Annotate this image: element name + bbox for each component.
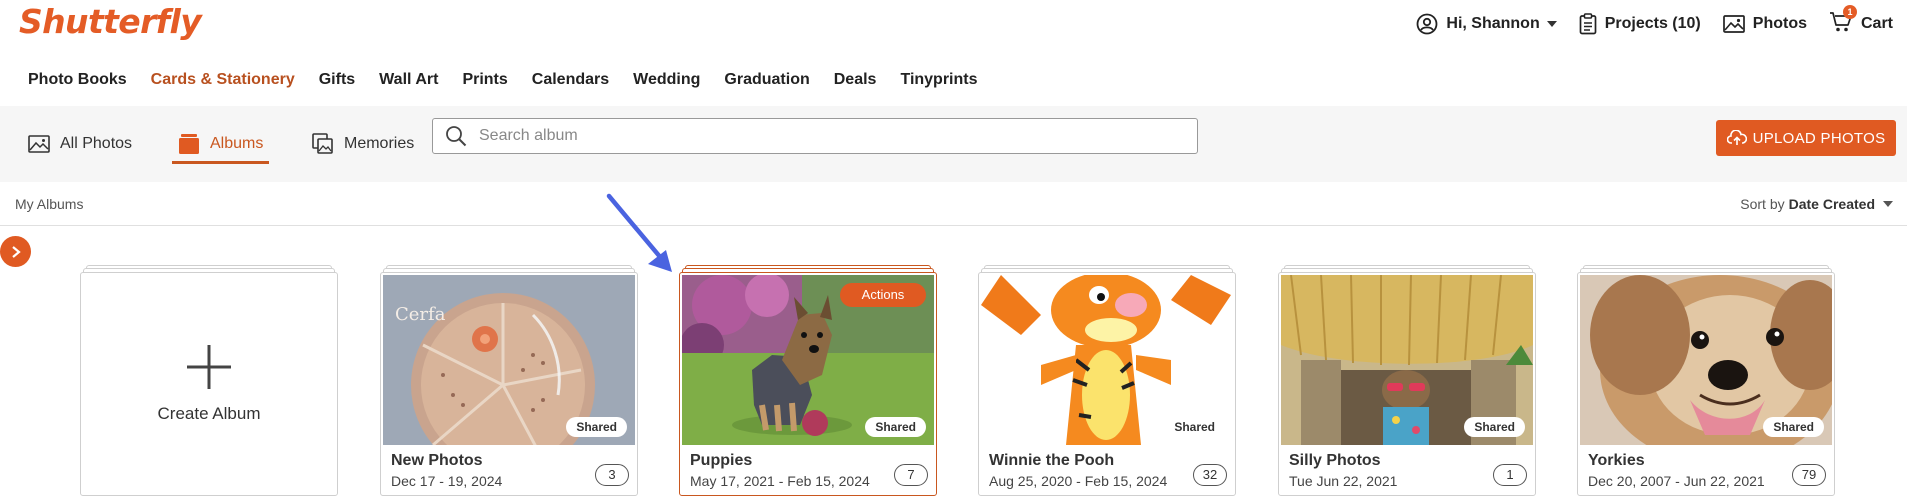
chevron-right-icon <box>11 245 21 258</box>
annotation-arrow-icon <box>606 193 672 272</box>
nav-wedding[interactable]: Wedding <box>633 71 700 89</box>
projects-label: Projects (10) <box>1604 15 1701 32</box>
album-cover-photo[interactable]: Shared <box>1580 275 1832 445</box>
photos-label: Photos <box>1752 15 1807 32</box>
album-dates: May 17, 2021 - Feb 15, 2024 <box>690 473 870 489</box>
nav-gifts[interactable]: Gifts <box>319 71 355 89</box>
photo-count-badge: 79 <box>1792 464 1826 486</box>
cart-icon-wrap: 1 <box>1829 4 1861 38</box>
create-album-label: Create Album <box>157 404 261 423</box>
search-box[interactable] <box>432 118 1198 154</box>
sort-dropdown[interactable]: Sort by Date Created <box>1740 196 1893 212</box>
nav-prints[interactable]: Prints <box>462 71 507 89</box>
album-dates: Dec 17 - 19, 2024 <box>391 473 503 489</box>
nav-graduation[interactable]: Graduation <box>724 71 809 89</box>
plus-icon <box>187 345 231 389</box>
nav-photo-books[interactable]: Photo Books <box>28 71 127 89</box>
albums-header: My Albums Sort by Date Created <box>0 182 1907 226</box>
album-cover-photo[interactable]: Shared <box>1281 275 1533 445</box>
photo-count-badge: 3 <box>595 464 629 486</box>
account-menu: Hi, Shannon Projects (10) Photos 1 Cart <box>1394 4 1907 38</box>
my-albums-heading: My Albums <box>15 196 84 212</box>
shared-badge: Shared <box>1164 417 1225 437</box>
projects-link[interactable]: Projects (10) <box>1579 13 1701 35</box>
tab-albums[interactable]: Albums <box>172 126 270 164</box>
photo-count-badge: 7 <box>894 464 928 486</box>
active-tab-underline <box>172 161 270 164</box>
shared-badge: Shared <box>566 417 627 437</box>
album-card[interactable]: Shared Winnie the Pooh Aug 25, 2020 - Fe… <box>978 265 1236 496</box>
album-card[interactable]: Shared Yorkies Dec 20, 2007 - Jun 22, 20… <box>1577 265 1835 496</box>
image-icon <box>28 135 50 153</box>
shared-badge: Shared <box>1464 417 1525 437</box>
album-card[interactable]: Shared Silly Photos Tue Jun 22, 2021 1 <box>1278 265 1536 496</box>
cart-label: Cart <box>1860 15 1893 32</box>
cart-link[interactable]: 1 Cart <box>1829 4 1893 38</box>
album-actions-button[interactable]: Actions <box>840 283 926 307</box>
sort-prefix: Sort by <box>1740 196 1785 212</box>
album-title[interactable]: Winnie the Pooh <box>989 452 1114 470</box>
album-card[interactable]: Actions Shared Puppies May 17, 2021 - Fe… <box>679 265 937 496</box>
album-cover-photo[interactable]: Actions Shared <box>682 275 934 445</box>
shared-badge: Shared <box>865 417 926 437</box>
nav-deals[interactable]: Deals <box>834 71 877 89</box>
user-greeting: Hi, Shannon <box>1446 15 1540 32</box>
album-dates: Tue Jun 22, 2021 <box>1289 473 1398 489</box>
album-icon <box>179 134 199 154</box>
photo-count-badge: 1 <box>1493 464 1527 486</box>
tab-memories-label: Memories <box>344 135 415 152</box>
sort-value: Date Created <box>1788 196 1875 212</box>
nav-tinyprints[interactable]: Tinyprints <box>900 71 977 89</box>
upload-photos-label: UPLOAD PHOTOS <box>1752 129 1886 147</box>
tab-all-photos[interactable]: All Photos <box>28 126 132 162</box>
create-album-card[interactable]: Create Album <box>80 265 338 496</box>
tab-memories[interactable]: Memories <box>312 126 414 162</box>
upload-photos-button[interactable]: UPLOAD PHOTOS <box>1716 120 1896 156</box>
nav-cards-stationery[interactable]: Cards & Stationery <box>151 71 295 89</box>
album-card-body[interactable]: Shared Winnie the Pooh Aug 25, 2020 - Fe… <box>978 272 1236 496</box>
album-title[interactable]: New Photos <box>391 452 483 470</box>
album-card-body[interactable]: Shared Yorkies Dec 20, 2007 - Jun 22, 20… <box>1577 272 1835 496</box>
album-title[interactable]: Puppies <box>690 452 752 470</box>
main-nav: Photo Books Cards & Stationery Gifts Wal… <box>28 68 1002 92</box>
chevron-down-icon <box>1546 21 1557 27</box>
create-album-body[interactable]: Create Album <box>80 272 338 496</box>
search-input[interactable] <box>479 127 1159 145</box>
sidebar-expand-button[interactable] <box>0 236 31 267</box>
user-menu[interactable]: Hi, Shannon <box>1416 13 1557 35</box>
search-icon <box>446 126 467 147</box>
album-card-body[interactable]: Cerfa Shared New Photos Dec 17 - 19, 202… <box>380 272 638 496</box>
clipboard-icon <box>1579 13 1597 35</box>
cart-count-badge: 1 <box>1842 4 1857 19</box>
photo-count-badge: 32 <box>1193 464 1227 486</box>
album-card[interactable]: Cerfa Shared New Photos Dec 17 - 19, 202… <box>380 265 638 496</box>
album-title[interactable]: Silly Photos <box>1289 452 1381 470</box>
album-cover-photo[interactable]: Cerfa Shared <box>383 275 635 445</box>
photos-link[interactable]: Photos <box>1722 14 1807 34</box>
tab-all-photos-label: All Photos <box>60 135 133 152</box>
album-card-body[interactable]: Shared Silly Photos Tue Jun 22, 2021 1 <box>1278 272 1536 496</box>
shared-badge: Shared <box>1763 417 1824 437</box>
top-bar: Shutterfly Hi, Shannon Projects (10) Pho… <box>0 0 1907 58</box>
cloud-upload-icon <box>1726 130 1747 145</box>
album-title[interactable]: Yorkies <box>1588 452 1645 470</box>
nav-wall-art[interactable]: Wall Art <box>379 71 438 89</box>
nav-calendars[interactable]: Calendars <box>532 71 609 89</box>
album-cover-photo[interactable]: Shared <box>981 275 1233 445</box>
shutterfly-logo[interactable]: Shutterfly <box>19 2 202 41</box>
tab-albums-label: Albums <box>210 135 264 152</box>
photos-toolbar: All Photos Albums Memories UPLOAD PHOTOS <box>0 106 1907 182</box>
memories-icon <box>312 133 333 154</box>
user-icon <box>1416 13 1438 35</box>
album-card-body[interactable]: Actions Shared Puppies May 17, 2021 - Fe… <box>679 272 937 496</box>
album-dates: Aug 25, 2020 - Feb 15, 2024 <box>989 473 1168 489</box>
photos-icon <box>1722 15 1745 33</box>
chevron-down-icon <box>1883 201 1893 207</box>
cerfa-text: Cerfa <box>395 304 446 325</box>
album-dates: Dec 20, 2007 - Jun 22, 2021 <box>1588 473 1765 489</box>
